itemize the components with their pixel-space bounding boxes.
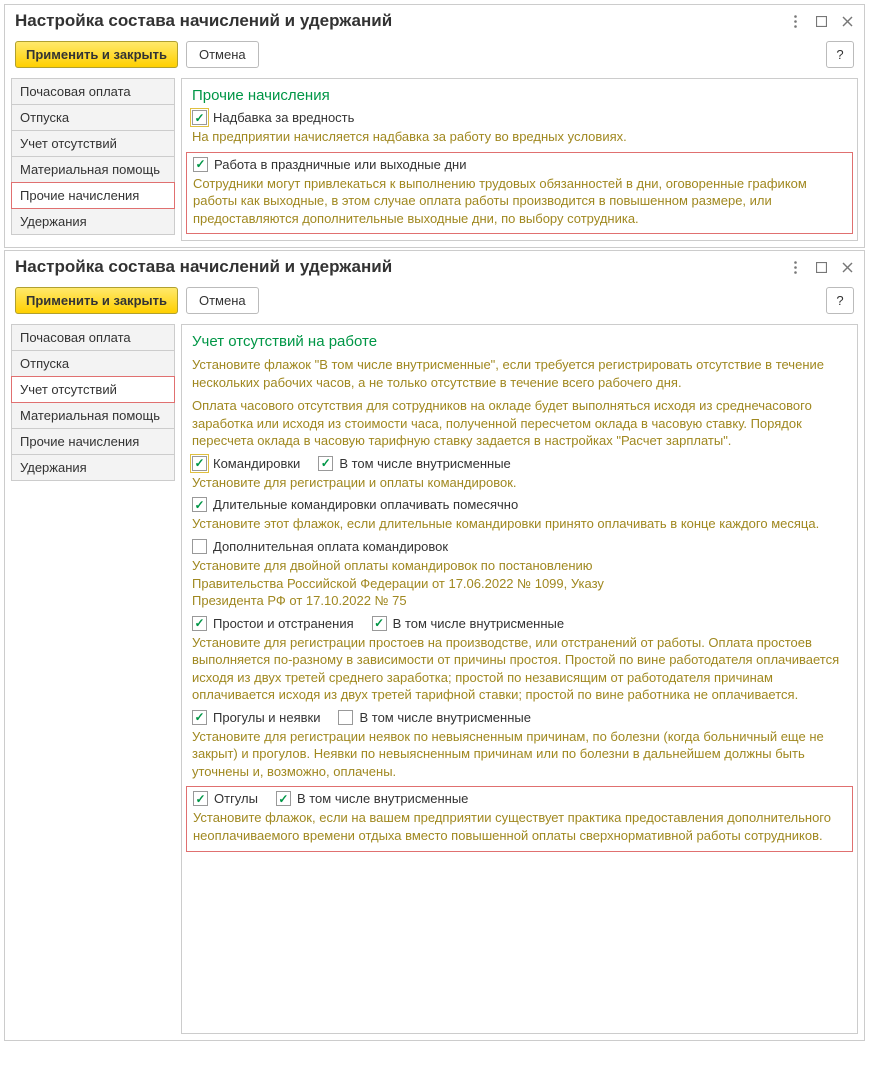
cancel-button[interactable]: Отмена (186, 287, 259, 314)
intro-desc-2: Оплата часового отсутствия для сотрудник… (192, 397, 847, 450)
idle-intra-checkbox[interactable] (372, 616, 387, 631)
sidebar-item-deductions[interactable]: Удержания (11, 208, 175, 235)
compoff-intra-label: В том числе внутрисменные (297, 791, 468, 806)
settings-window-2: Настройка состава начислений и удержаний… (4, 250, 865, 1041)
titlebar: Настройка состава начислений и удержаний (5, 251, 864, 281)
sidebar: Почасовая оплата Отпуска Учет отсутствий… (11, 78, 175, 241)
hazard-checkbox[interactable] (192, 110, 207, 125)
toolbar: Применить и закрыть Отмена ? (5, 281, 864, 324)
apply-close-button[interactable]: Применить и закрыть (15, 287, 178, 314)
compoff-intra-checkbox[interactable] (276, 791, 291, 806)
sidebar-item-absences[interactable]: Учет отсутствий (11, 130, 175, 157)
holiday-label: Работа в праздничные или выходные дни (214, 157, 466, 172)
absent-checkbox[interactable] (192, 710, 207, 725)
extra-pay-checkbox[interactable] (192, 539, 207, 554)
help-button[interactable]: ? (826, 287, 854, 314)
trips-checkbox[interactable] (192, 456, 207, 471)
sidebar-item-other[interactable]: Прочие начисления (11, 182, 175, 209)
content-pane: Учет отсутствий на работе Установите фла… (181, 324, 858, 1034)
holiday-checkbox[interactable] (193, 157, 208, 172)
close-icon[interactable] (840, 14, 854, 28)
long-trips-checkbox[interactable] (192, 497, 207, 512)
content-pane: Прочие начисления Надбавка за вредность … (181, 78, 858, 241)
extra-pay-label: Дополнительная оплата командировок (213, 539, 448, 554)
kebab-icon[interactable] (788, 14, 802, 28)
compoff-label: Отгулы (214, 791, 258, 806)
absent-intra-label: В том числе внутрисменные (359, 710, 530, 725)
window-body: Почасовая оплата Отпуска Учет отсутствий… (5, 78, 864, 247)
idle-intra-label: В том числе внутрисменные (393, 616, 564, 631)
idle-checkbox[interactable] (192, 616, 207, 631)
compoff-checkbox[interactable] (193, 791, 208, 806)
holiday-desc: Сотрудники могут привлекаться к выполнен… (193, 175, 846, 228)
idle-label: Простои и отстранения (213, 616, 354, 631)
idle-desc: Установите для регистрации простоев на п… (192, 634, 847, 704)
window-controls (788, 260, 854, 274)
hazard-label: Надбавка за вредность (213, 110, 354, 125)
sidebar-item-deductions[interactable]: Удержания (11, 454, 175, 481)
trips-label: Командировки (213, 456, 300, 471)
absent-intra-checkbox[interactable] (338, 710, 353, 725)
window-controls (788, 14, 854, 28)
trips-intra-checkbox[interactable] (318, 456, 333, 471)
maximize-icon[interactable] (814, 260, 828, 274)
close-icon[interactable] (840, 260, 854, 274)
compoff-block: Отгулы В том числе внутрисменные Установ… (186, 786, 853, 851)
sidebar-item-vacations[interactable]: Отпуска (11, 104, 175, 131)
holiday-block: Работа в праздничные или выходные дни Со… (186, 152, 853, 235)
cancel-button[interactable]: Отмена (186, 41, 259, 68)
compoff-desc: Установите флажок, если на вашем предпри… (193, 809, 846, 844)
titlebar: Настройка состава начислений и удержаний (5, 5, 864, 35)
intro-desc-1: Установите флажок "В том числе внутрисме… (192, 356, 847, 391)
sidebar: Почасовая оплата Отпуска Учет отсутствий… (11, 324, 175, 1034)
trips-desc: Установите для регистрации и оплаты кома… (192, 474, 847, 492)
trips-intra-label: В том числе внутрисменные (339, 456, 510, 471)
absent-desc: Установите для регистрации неявок по нев… (192, 728, 847, 781)
section-title: Прочие начисления (192, 87, 847, 104)
sidebar-item-material[interactable]: Материальная помощь (11, 156, 175, 183)
sidebar-item-hourly[interactable]: Почасовая оплата (11, 78, 175, 105)
long-trips-label: Длительные командировки оплачивать помес… (213, 497, 518, 512)
settings-window-1: Настройка состава начислений и удержаний… (4, 4, 865, 248)
absent-label: Прогулы и неявки (213, 710, 320, 725)
sidebar-item-other[interactable]: Прочие начисления (11, 428, 175, 455)
maximize-icon[interactable] (814, 14, 828, 28)
sidebar-item-absences[interactable]: Учет отсутствий (11, 376, 175, 403)
help-button[interactable]: ? (826, 41, 854, 68)
hazard-desc: На предприятии начисляется надбавка за р… (192, 128, 847, 146)
window-title: Настройка состава начислений и удержаний (15, 11, 788, 31)
window-title: Настройка состава начислений и удержаний (15, 257, 788, 277)
section-title: Учет отсутствий на работе (192, 333, 847, 350)
window-body: Почасовая оплата Отпуска Учет отсутствий… (5, 324, 864, 1040)
sidebar-item-vacations[interactable]: Отпуска (11, 350, 175, 377)
long-trips-desc: Установите этот флажок, если длительные … (192, 515, 847, 533)
apply-close-button[interactable]: Применить и закрыть (15, 41, 178, 68)
extra-pay-desc: Установите для двойной оплаты командиров… (192, 557, 612, 610)
sidebar-item-hourly[interactable]: Почасовая оплата (11, 324, 175, 351)
sidebar-item-material[interactable]: Материальная помощь (11, 402, 175, 429)
toolbar: Применить и закрыть Отмена ? (5, 35, 864, 78)
kebab-icon[interactable] (788, 260, 802, 274)
